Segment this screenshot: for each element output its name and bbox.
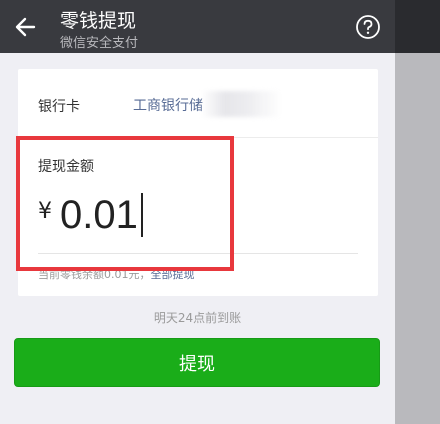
- arrival-time-note: 明天24点前到账: [153, 311, 242, 325]
- bank-card-selector[interactable]: 工商银行储: [133, 95, 203, 115]
- amount-value: 0.01: [60, 192, 138, 237]
- withdraw-card: 银行卡 工商银行储 提现金额 ¥ 0.01 当前零钱余额0.01元，全部提现: [18, 69, 378, 296]
- currency-symbol: ¥: [38, 199, 52, 224]
- withdraw-all-link[interactable]: 全部提现: [151, 268, 195, 281]
- title-bar: 零钱提现 微信安全支付: [0, 0, 395, 53]
- amount-underline: [38, 253, 358, 254]
- balance-info: 当前零钱余额0.01元，全部提现: [38, 266, 195, 282]
- question-circle-icon: [356, 15, 380, 39]
- background-strip: [395, 0, 440, 424]
- balance-text: 当前零钱余额0.01元，: [38, 268, 151, 281]
- page-title: 零钱提现: [60, 10, 137, 32]
- amount-input[interactable]: 0.01: [60, 187, 260, 243]
- help-button[interactable]: [355, 14, 381, 40]
- page-subtitle: 微信安全支付: [60, 36, 139, 51]
- amount-label: 提现金额: [38, 159, 94, 175]
- arrow-left-icon: [15, 17, 36, 37]
- masked-card-number: [201, 91, 281, 117]
- divider: [18, 137, 378, 138]
- text-caret: [140, 193, 143, 237]
- background-strip-top: [395, 0, 440, 53]
- bank-card-label: 银行卡: [38, 99, 80, 115]
- withdraw-button[interactable]: 提现: [14, 338, 380, 387]
- back-button[interactable]: [8, 10, 42, 44]
